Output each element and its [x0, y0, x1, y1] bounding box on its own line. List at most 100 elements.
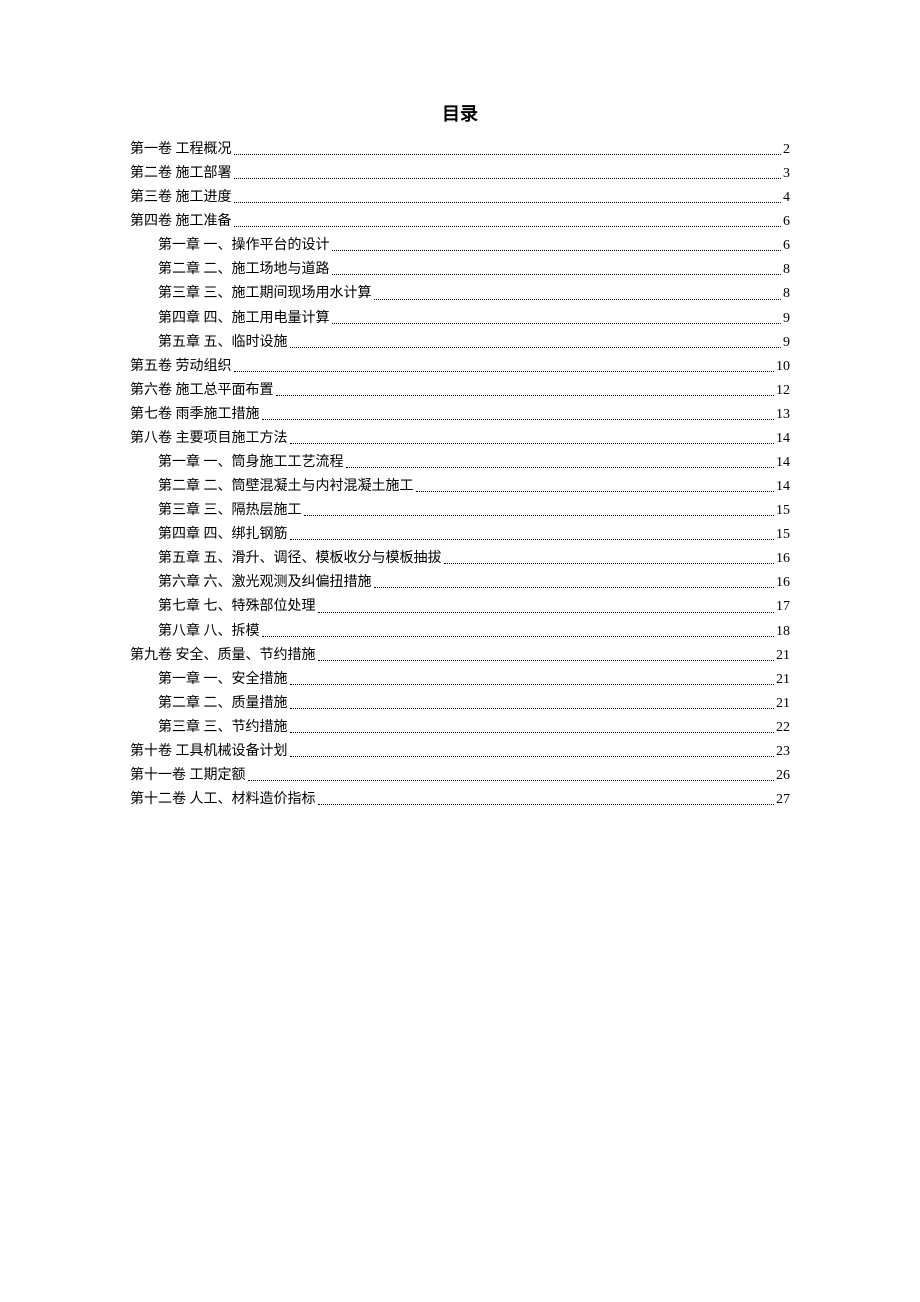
toc-entry: 第三章 三、节约措施 22 [130, 716, 790, 740]
toc-entry-page: 3 [783, 162, 790, 186]
toc-entry: 第七章 七、特殊部位处理 17 [130, 595, 790, 619]
toc-entry-label: 第二章 二、筒壁混凝土与内衬混凝土施工 [158, 475, 414, 499]
toc-entry-label: 第五章 五、滑升、调径、模板收分与模板抽拔 [158, 547, 442, 571]
toc-entry-page: 16 [776, 547, 790, 571]
toc-dots [290, 756, 775, 757]
toc-entry-page: 9 [783, 331, 790, 355]
toc-dots [234, 371, 775, 372]
toc-entry-label: 第十卷 工具机械设备计划 [130, 740, 288, 764]
toc-dots [234, 154, 782, 155]
toc-entry-label: 第三章 三、施工期间现场用水计算 [158, 282, 372, 306]
toc-dots [318, 804, 775, 805]
toc-entry-page: 17 [776, 595, 790, 619]
toc-entry: 第四章 四、施工用电量计算 9 [130, 307, 790, 331]
toc-entry: 第五卷 劳动组织 10 [130, 355, 790, 379]
toc-entry-label: 第八章 八、拆模 [158, 620, 260, 644]
toc-dots [234, 202, 782, 203]
toc-entry-page: 18 [776, 620, 790, 644]
toc-entry-page: 16 [776, 571, 790, 595]
toc-entry-label: 第六章 六、激光观测及纠偏扭措施 [158, 571, 372, 595]
toc-entry-label: 第十二卷 人工、材料造价指标 [130, 788, 316, 812]
toc-entry-label: 第一章 一、筒身施工工艺流程 [158, 451, 344, 475]
toc-dots [276, 395, 775, 396]
toc-entry-label: 第十一卷 工期定额 [130, 764, 246, 788]
toc-entry: 第二章 二、施工场地与道路8 [130, 258, 790, 282]
toc-entry: 第八卷 主要项目施工方法 14 [130, 427, 790, 451]
toc-entry-page: 13 [776, 403, 790, 427]
toc-entry: 第二章 二、质量措施 21 [130, 692, 790, 716]
toc-entry-page: 23 [776, 740, 790, 764]
toc-entry: 第三章 三、隔热层施工 15 [130, 499, 790, 523]
toc-entry-label: 第三卷 施工进度 [130, 186, 232, 210]
toc-entry: 第四卷 施工准备6 [130, 210, 790, 234]
toc-entry-page: 4 [783, 186, 790, 210]
toc-entry: 第九卷 安全、质量、节约措施21 [130, 644, 790, 668]
toc-entry-page: 21 [776, 668, 790, 692]
toc-entry-label: 第五章 五、临时设施 [158, 331, 288, 355]
toc-dots [444, 563, 775, 564]
toc-entry-label: 第四卷 施工准备 [130, 210, 232, 234]
toc-entry: 第一章 一、安全措施 21 [130, 668, 790, 692]
toc-entry: 第一章 一、筒身施工工艺流程 14 [130, 451, 790, 475]
toc-entry-label: 第二章 二、施工场地与道路 [158, 258, 330, 282]
toc-dots [234, 226, 782, 227]
toc-entry: 第五章 五、临时设施 9 [130, 331, 790, 355]
toc-entry-label: 第七章 七、特殊部位处理 [158, 595, 316, 619]
toc-entry: 第八章 八、拆模 18 [130, 620, 790, 644]
toc-dots [290, 539, 775, 540]
toc-entry-label: 第三章 三、节约措施 [158, 716, 288, 740]
toc-dots [332, 323, 782, 324]
toc-entry-label: 第二卷 施工部署 [130, 162, 232, 186]
toc-entry-page: 15 [776, 499, 790, 523]
toc-entry-label: 第八卷 主要项目施工方法 [130, 427, 288, 451]
toc-entry-label: 第四章 四、绑扎钢筋 [158, 523, 288, 547]
toc-dots [290, 732, 775, 733]
toc-entry-label: 第三章 三、隔热层施工 [158, 499, 302, 523]
toc-entry-label: 第四章 四、施工用电量计算 [158, 307, 330, 331]
toc-dots [234, 178, 782, 179]
toc-entry-page: 10 [776, 355, 790, 379]
toc-entry-page: 21 [776, 692, 790, 716]
toc-entry-page: 22 [776, 716, 790, 740]
toc-entry-page: 6 [783, 234, 790, 258]
toc-dots [374, 299, 782, 300]
toc-dots [262, 419, 775, 420]
toc-entry: 第六章 六、激光观测及纠偏扭措施 16 [130, 571, 790, 595]
toc-dots [290, 684, 775, 685]
toc-dots [346, 467, 775, 468]
toc-entry-label: 第一章 一、操作平台的设计 [158, 234, 330, 258]
toc-dots [290, 708, 775, 709]
toc-dots [248, 780, 775, 781]
toc-dots [290, 347, 782, 348]
toc-entry-label: 第五卷 劳动组织 [130, 355, 232, 379]
toc-entry: 第三卷 施工进度 4 [130, 186, 790, 210]
toc-entry-label: 第七卷 雨季施工措施 [130, 403, 260, 427]
toc-entry: 第一卷 工程概况 2 [130, 138, 790, 162]
toc-dots [290, 443, 775, 444]
toc-entry-label: 第二章 二、质量措施 [158, 692, 288, 716]
toc-entry-label: 第一章 一、安全措施 [158, 668, 288, 692]
toc-dots [304, 515, 775, 516]
toc-entry: 第十卷 工具机械设备计划 23 [130, 740, 790, 764]
toc-entry-label: 第六卷 施工总平面布置 [130, 379, 274, 403]
toc-dots [318, 660, 775, 661]
toc-entry: 第三章 三、施工期间现场用水计算 8 [130, 282, 790, 306]
toc-entry-page: 2 [783, 138, 790, 162]
toc-container: 第一卷 工程概况2第二卷 施工部署3第三卷 施工进度4第四卷 施工准备6第一章 … [130, 138, 790, 812]
toc-entry-page: 8 [783, 282, 790, 306]
toc-entry: 第一章 一、操作平台的设计 6 [130, 234, 790, 258]
toc-entry-page: 14 [776, 475, 790, 499]
toc-entry-page: 21 [776, 644, 790, 668]
toc-entry-page: 14 [776, 451, 790, 475]
toc-title: 目录 [130, 100, 790, 126]
toc-entry-page: 15 [776, 523, 790, 547]
toc-entry-page: 12 [776, 379, 790, 403]
toc-entry-page: 9 [783, 307, 790, 331]
toc-entry-page: 14 [776, 427, 790, 451]
toc-entry-page: 27 [776, 788, 790, 812]
toc-entry: 第四章 四、绑扎钢筋 15 [130, 523, 790, 547]
toc-entry-label: 第一卷 工程概况 [130, 138, 232, 162]
toc-entry: 第十二卷 人工、材料造价指标 27 [130, 788, 790, 812]
toc-entry: 第二卷 施工部署 3 [130, 162, 790, 186]
toc-entry: 第十一卷 工期定额26 [130, 764, 790, 788]
